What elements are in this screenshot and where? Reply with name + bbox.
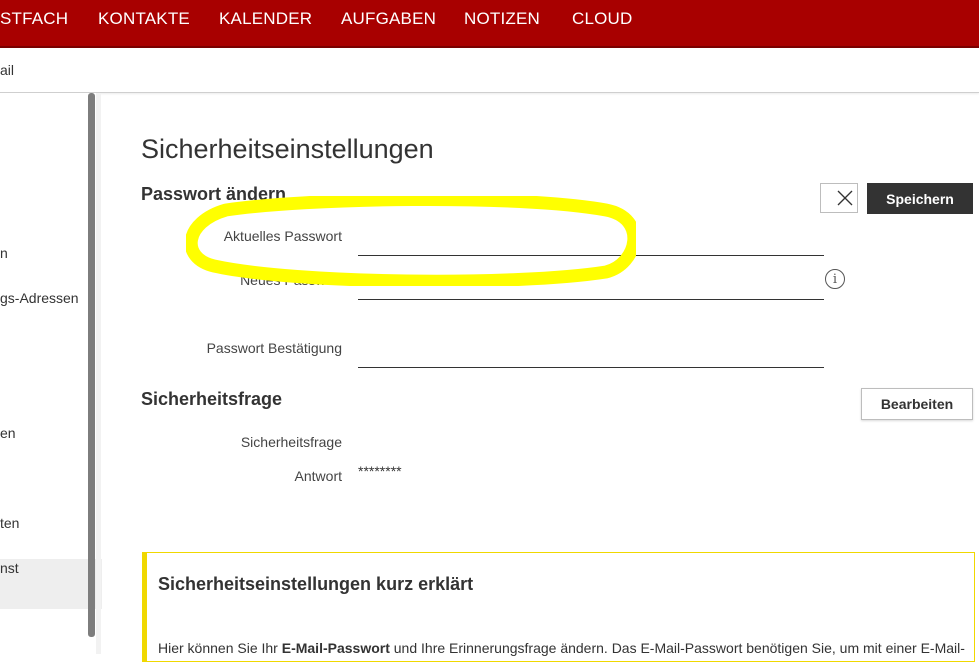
answer-value: ******** [358, 463, 402, 479]
nav-item-kalender[interactable]: KALENDER [219, 9, 312, 29]
security-question-section-title: Sicherheitsfrage [141, 389, 283, 409]
password-section-title: Passwort ändern [141, 184, 287, 204]
sidebar-item-4[interactable]: ten [0, 515, 19, 531]
page-title: Sicherheitseinstellungen [141, 134, 434, 164]
save-button[interactable]: Speichern [867, 183, 973, 214]
current-password-input[interactable] [358, 229, 824, 256]
nav-item-notizen[interactable]: NOTIZEN [464, 9, 540, 29]
new-password-input[interactable] [358, 273, 824, 300]
current-password-label: Aktuelles Passwort [223, 228, 342, 244]
nav-item-kontakte[interactable]: KONTAKTE [98, 9, 190, 29]
edit-button[interactable]: Bearbeiten [861, 388, 973, 420]
sidebar-scrollbar[interactable] [88, 93, 95, 637]
confirm-password-label: Passwort Bestätigung [206, 340, 342, 356]
nav-item-cloud[interactable]: CLOUD [572, 9, 633, 29]
cancel-button[interactable] [820, 183, 858, 213]
nav-item-aufgaben[interactable]: AUFGABEN [341, 9, 436, 29]
panel-divider [96, 93, 101, 654]
top-navigation: STFACH KONTAKTE KALENDER AUFGABEN NOTIZE… [0, 0, 979, 48]
sub-bar: ail [0, 48, 979, 93]
sidebar-item-2[interactable]: gs-Adressen [0, 290, 79, 306]
confirm-password-input[interactable] [358, 341, 824, 368]
security-question-label: Sicherheitsfrage [240, 434, 342, 450]
sidebar-item-1[interactable]: n [0, 245, 8, 261]
nav-item-postfach[interactable]: STFACH [0, 9, 68, 29]
info-box-title: Sicherheitseinstellungen kurz erklärt [158, 574, 474, 594]
sidebar: n gs-Adressen en ten nst [0, 93, 102, 654]
close-icon [837, 190, 853, 206]
answer-label: Antwort [294, 468, 342, 484]
sidebar-item-3[interactable]: en [0, 425, 16, 441]
info-box: Sicherheitseinstellungen kurz erklärt Hi… [142, 552, 975, 662]
sidebar-item-5[interactable]: nst [0, 560, 19, 576]
info-icon[interactable]: i [825, 269, 845, 289]
new-password-label: Neues Passwort [240, 272, 342, 288]
breadcrumb[interactable]: ail [0, 62, 14, 78]
